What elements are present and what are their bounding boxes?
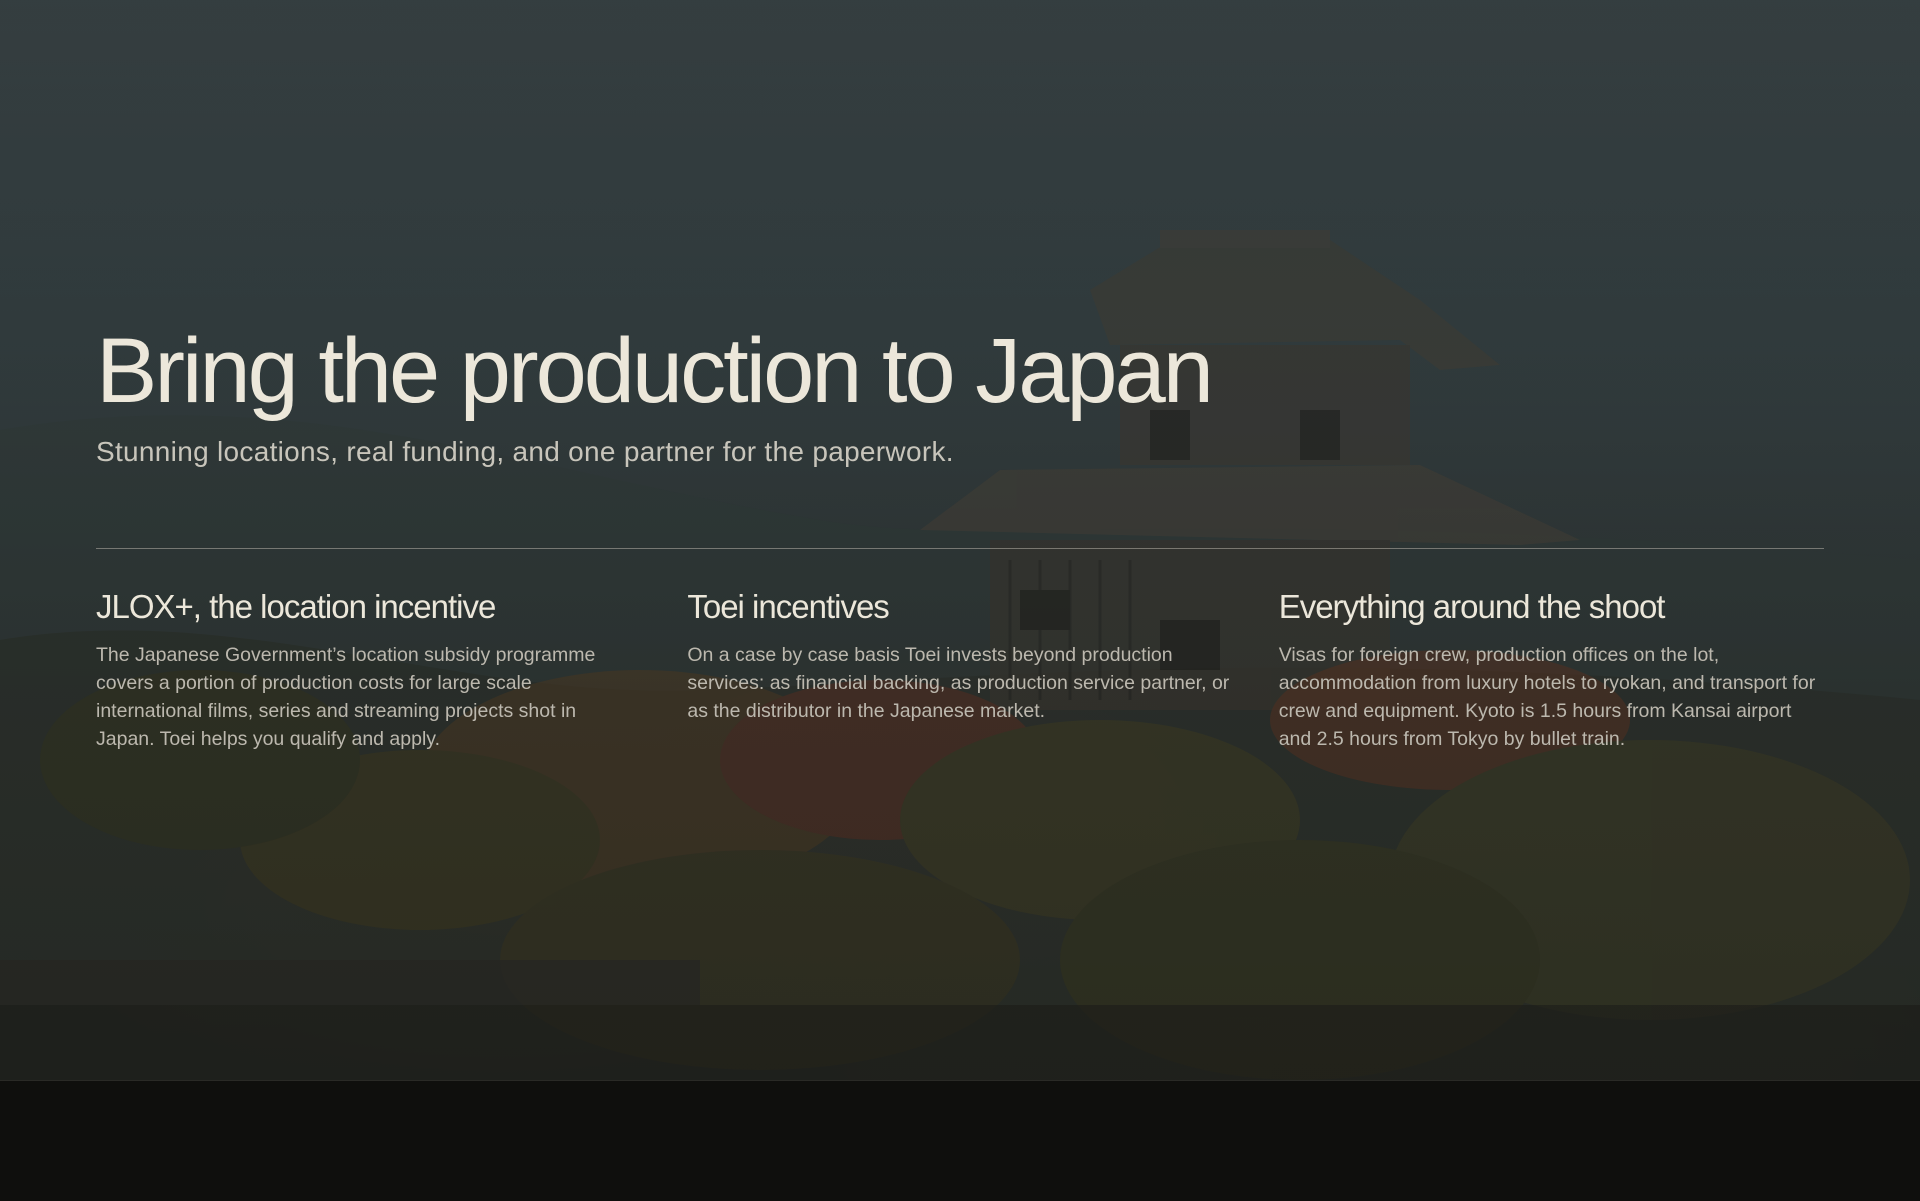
feature-shoot-support: Everything around the shoot Visas for fo…: [1279, 587, 1824, 753]
page-subtitle: Stunning locations, real funding, and on…: [96, 436, 954, 467]
feature-title: Everything around the shoot: [1278, 588, 1666, 625]
feature-toei-incentives: Toei incentives On a case by case basis …: [687, 587, 1230, 753]
footer-band: [0, 1080, 1920, 1201]
feature-columns: JLOX+, the location incentive The Japane…: [96, 587, 1824, 753]
page-title: Bring the production to Japan: [96, 320, 1214, 422]
section-divider: [96, 548, 1824, 549]
feature-jlox: JLOX+, the location incentive The Japane…: [96, 587, 639, 753]
hero-section: Bring the production to Japan Stunning l…: [0, 0, 1920, 1080]
feature-title: JLOX+, the location incentive: [96, 588, 496, 625]
feature-title: Toei incentives: [687, 588, 889, 625]
hero-content: Bring the production to Japan Stunning l…: [96, 318, 1824, 753]
feature-description: The Japanese Government’s location subsi…: [96, 644, 596, 750]
feature-description: On a case by case basis Toei invests bey…: [687, 644, 1230, 722]
feature-description: Visas for foreign crew, production offic…: [1278, 644, 1816, 750]
